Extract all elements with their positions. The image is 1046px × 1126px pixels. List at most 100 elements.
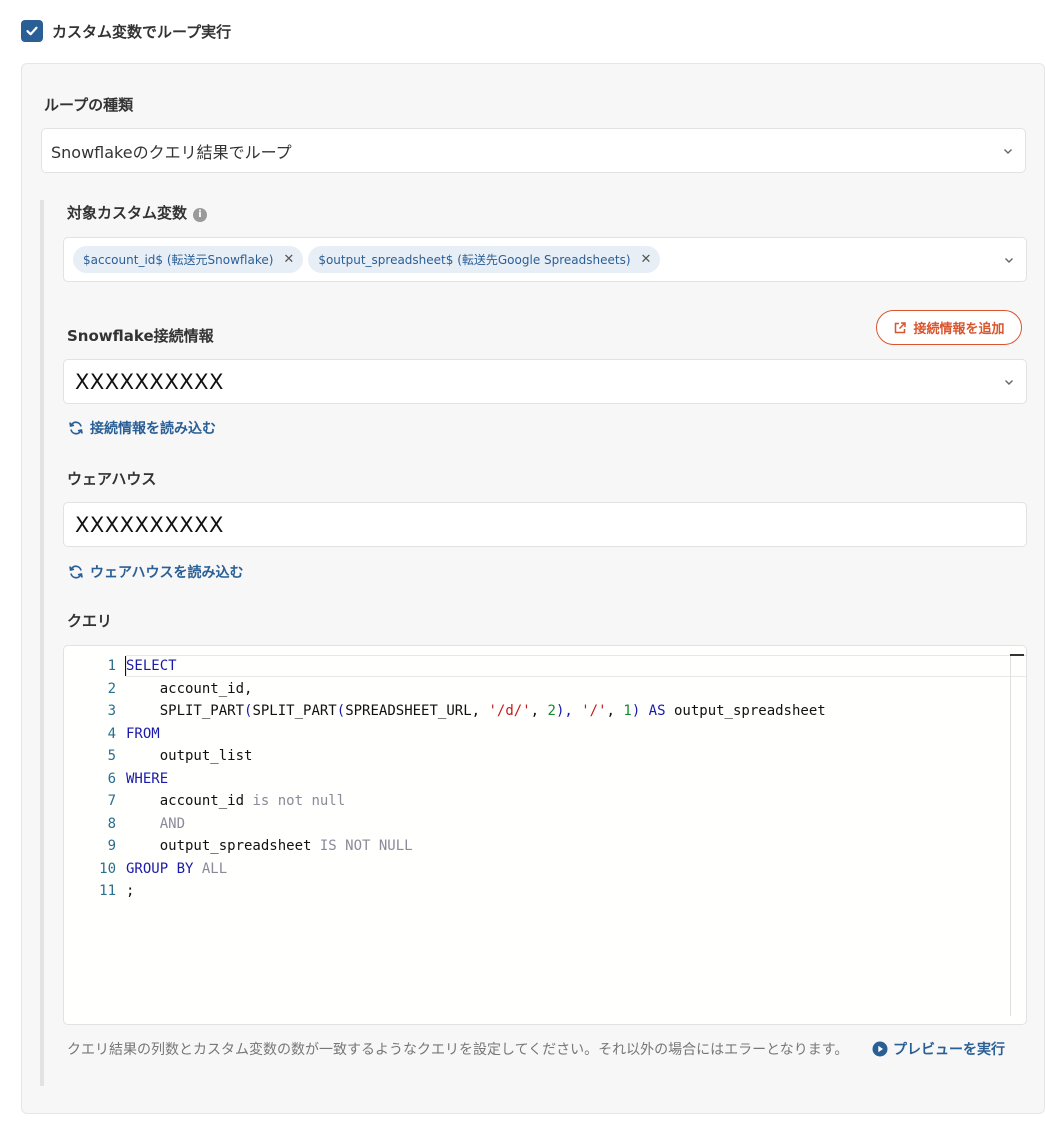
var-tag-label: $output_spreadsheet$ (転送先Google Spreadsh…: [318, 253, 631, 267]
code-token: output_list: [126, 748, 253, 764]
code-token: ,: [530, 703, 548, 719]
reload-warehouse-link[interactable]: ウェアハウスを読み込む: [68, 562, 243, 582]
info-icon[interactable]: i: [193, 207, 208, 222]
code-token: 1: [623, 703, 632, 719]
code-token: output_spreadsheet: [673, 703, 826, 719]
code-line[interactable]: 2 account_id,: [64, 678, 1026, 701]
preview-label: プレビューを実行: [893, 1042, 1005, 1058]
reload-warehouse-label: ウェアハウスを読み込む: [90, 565, 244, 581]
connection-value: XXXXXXXXXX: [75, 369, 224, 394]
external-link-icon: [895, 321, 907, 333]
target-vars-label: 対象カスタム変数: [67, 204, 188, 222]
code-line[interactable]: 5 output_list: [64, 745, 1026, 768]
code-token: GROUP BY: [126, 860, 202, 877]
scrollbar-thumb[interactable]: [1010, 654, 1024, 656]
code-line[interactable]: 4 FROM: [64, 723, 1026, 746]
var-tag-label: $account_id$ (転送元Snowflake): [83, 253, 274, 267]
code-text: GROUP BY ALL: [126, 858, 227, 881]
var-tag: $account_id$ (転送元Snowflake) ✕: [73, 246, 304, 273]
play-circle-icon: [872, 1041, 888, 1057]
line-number: 6: [107, 770, 116, 787]
loop-type-value: Snowflakeのクエリ結果でループ: [51, 142, 292, 162]
code-line[interactable]: 3 SPLIT_PART(SPLIT_PART(SPREADSHEET_URL,…: [64, 700, 1026, 723]
chevron-down-icon: [1005, 257, 1013, 263]
code-token: SPREADSHEET_URL,: [345, 703, 489, 719]
target-vars-multiselect[interactable]: $account_id$ (転送元Snowflake) ✕ $output_sp…: [63, 237, 1027, 282]
code-line[interactable]: 7 account_id is not null: [64, 790, 1026, 813]
line-number: 3: [107, 703, 116, 719]
line-number: 8: [107, 815, 116, 832]
code-line[interactable]: 11;: [64, 880, 1026, 903]
code-token: SPLIT_PART: [252, 703, 337, 719]
code-token: is not null: [252, 793, 346, 809]
close-icon[interactable]: ✕: [641, 252, 652, 267]
query-hint-text: クエリ結果の列数とカスタム変数の数が一致するようなクエリを設定してください。それ…: [67, 1042, 849, 1058]
line-number: 11: [99, 883, 116, 899]
reload-connection-link[interactable]: 接続情報を読み込む: [68, 418, 216, 438]
code-token: account_id: [126, 793, 253, 809]
line-number: 1: [107, 658, 116, 674]
connection-label: Snowflake接続情報: [67, 327, 214, 345]
line-number: 5: [107, 748, 116, 764]
code-text: WHERE: [126, 768, 168, 791]
code-line[interactable]: 9 output_spreadsheet IS NOT NULL: [64, 835, 1026, 858]
chevron-down-icon: [1004, 148, 1012, 154]
line-number: 4: [107, 725, 116, 742]
code-text: account_id,: [126, 678, 253, 701]
code-token: 2: [547, 703, 556, 719]
code-token: ),: [555, 703, 582, 719]
loop-type-select[interactable]: Snowflakeのクエリ結果でループ: [41, 128, 1026, 173]
loop-checkbox-row[interactable]: カスタム変数でループ実行: [21, 19, 231, 43]
code-token: IS NOT NULL: [319, 838, 413, 854]
code-line[interactable]: 10 GROUP BY ALL: [64, 858, 1026, 881]
code-token: SPLIT_PART: [126, 703, 245, 719]
check-icon: [26, 26, 38, 36]
loop-checkbox-label: カスタム変数でループ実行: [52, 22, 232, 41]
line-number: 2: [107, 680, 116, 697]
code-text: SPLIT_PART(SPLIT_PART(SPREADSHEET_URL, '…: [126, 700, 826, 723]
code-text: FROM: [126, 723, 160, 746]
target-vars-label-row: 対象カスタム変数 i: [67, 202, 208, 223]
line-number: 9: [107, 838, 116, 854]
code-token: ) AS: [631, 703, 674, 719]
refresh-icon: [69, 421, 83, 435]
code-text: output_list: [126, 745, 253, 768]
loop-settings-panel: ループの種類 Snowflakeのクエリ結果でループ 対象カスタム変数 i $ac…: [21, 63, 1045, 1114]
warehouse-input[interactable]: XXXXXXXXXX: [63, 502, 1027, 547]
code-line[interactable]: 6 WHERE: [64, 768, 1026, 791]
line-number: 10: [99, 860, 116, 877]
close-icon[interactable]: ✕: [283, 252, 294, 267]
warehouse-value: XXXXXXXXXX: [75, 512, 224, 537]
scrollbar-track[interactable]: [1010, 656, 1011, 1016]
code-text: account_id is not null: [126, 790, 345, 813]
chevron-down-icon: [1005, 379, 1013, 385]
reload-connection-label: 接続情報を読み込む: [90, 421, 216, 437]
code-token: ;: [126, 883, 135, 899]
query-label: クエリ: [67, 612, 113, 630]
query-editor[interactable]: 1 SELECT 2 account_id, 3 SPLIT_PART(SPLIT_P…: [63, 645, 1027, 1025]
current-line-highlight: [126, 655, 1026, 677]
nested-settings-bar: [40, 200, 44, 1086]
code-text: ;: [126, 880, 134, 903]
connection-select[interactable]: XXXXXXXXXX: [63, 359, 1027, 404]
warehouse-label: ウェアハウス: [67, 470, 157, 488]
code-token: WHERE: [126, 770, 169, 787]
preview-button[interactable]: プレビューを実行: [872, 1039, 1005, 1059]
code-text: AND: [126, 813, 185, 836]
code-token: '/': [581, 703, 607, 719]
var-tag: $output_spreadsheet$ (転送先Google Spreadsh…: [308, 246, 661, 273]
code-token: (: [336, 703, 346, 719]
code-token: ALL: [201, 860, 228, 877]
code-token: FROM: [126, 725, 160, 742]
line-number: 7: [107, 793, 116, 809]
add-connection-label: 接続情報を追加: [913, 322, 1005, 337]
code-token: AND: [126, 815, 186, 832]
add-connection-button[interactable]: 接続情報を追加: [876, 310, 1022, 345]
code-token: output_spreadsheet: [126, 838, 320, 854]
code-token: '/d/': [488, 703, 531, 719]
code-token: account_id,: [126, 680, 253, 697]
refresh-icon: [69, 565, 83, 579]
loop-checkbox[interactable]: [21, 20, 43, 42]
code-line[interactable]: 8 AND: [64, 813, 1026, 836]
code-text: output_spreadsheet IS NOT NULL: [126, 835, 413, 858]
